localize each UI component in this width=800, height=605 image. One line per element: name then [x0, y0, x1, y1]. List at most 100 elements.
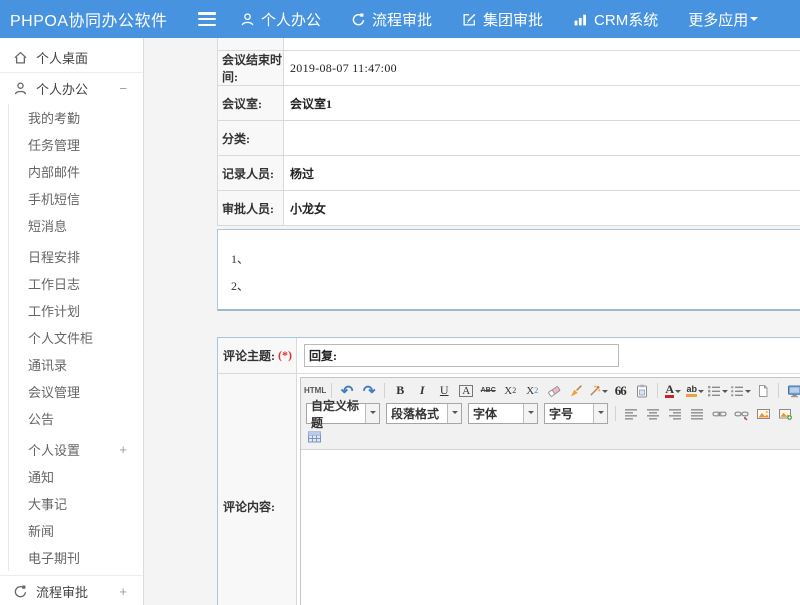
nav-workflow-approval[interactable]: 流程审批: [351, 9, 432, 30]
paragraph-format-select[interactable]: 段落格式: [386, 403, 462, 424]
sidebar-item-personal-office[interactable]: 个人办公 −: [0, 73, 143, 104]
highlight-color-button[interactable]: ab: [685, 381, 705, 401]
nav-personal-office[interactable]: 个人办公: [240, 9, 321, 30]
subscript-button[interactable]: X2: [522, 381, 542, 401]
remove-link-icon[interactable]: [731, 404, 751, 424]
sidebar-item-e-journal[interactable]: 电子期刊: [9, 544, 143, 571]
sidebar-item-sms[interactable]: 手机短信: [9, 185, 143, 212]
user-icon: [12, 81, 28, 96]
chevron-down-icon: [528, 411, 534, 417]
strikethrough-button[interactable]: ABC: [478, 381, 498, 401]
unordered-list-button[interactable]: [730, 381, 751, 401]
expand-plus-icon[interactable]: +: [119, 442, 127, 457]
table-row-recorder: 记录人员: 杨过: [218, 155, 800, 190]
custom-title-select[interactable]: 自定义标题: [306, 403, 380, 424]
italic-button[interactable]: I: [412, 381, 432, 401]
ordered-list-button[interactable]: [707, 381, 728, 401]
sidebar-item-contacts[interactable]: 通讯录: [9, 351, 143, 378]
eraser-icon[interactable]: [544, 381, 564, 401]
nav-label: 更多应用: [688, 9, 748, 30]
select-arrow: [365, 404, 379, 423]
comment-form-table: 评论主题: (*) 评论内容: HTML: [217, 337, 800, 605]
row-label: 分类:: [218, 121, 284, 155]
minutes-line: 1、: [231, 246, 800, 273]
fullscreen-monitor-icon[interactable]: [784, 381, 800, 401]
align-right-icon[interactable]: [665, 404, 685, 424]
sidebar-item-personal-desktop[interactable]: 个人桌面: [0, 42, 143, 73]
sidebar-item-label: 手机短信: [28, 189, 80, 208]
font-family-select[interactable]: 字体: [468, 403, 538, 424]
insert-image-icon[interactable]: [753, 404, 773, 424]
sidebar-item-label: 短消息: [28, 216, 67, 235]
collapse-minus-icon[interactable]: −: [119, 81, 127, 96]
sidebar-item-label: 流程审批: [36, 582, 88, 601]
insert-table-icon[interactable]: [304, 427, 324, 447]
chevron-down-icon: [745, 390, 751, 396]
editor-content-area[interactable]: [301, 450, 800, 605]
insert-link-icon[interactable]: [709, 404, 729, 424]
paste-clipboard-icon[interactable]: [632, 381, 652, 401]
label-text: 评论主题:: [223, 347, 275, 364]
sidebar-item-work-log[interactable]: 工作日志: [9, 270, 143, 297]
sub-base: X: [526, 385, 534, 397]
align-justify-icon[interactable]: [687, 404, 707, 424]
sidebar-item-announcement[interactable]: 公告: [9, 405, 143, 432]
sidebar-item-my-attendance[interactable]: 我的考勤: [9, 104, 143, 131]
chevron-down-icon: [722, 390, 728, 396]
select-arrow: [593, 404, 607, 423]
sidebar-item-task-management[interactable]: 任务管理: [9, 131, 143, 158]
sidebar-item-label: 我的考勤: [28, 108, 80, 127]
sidebar-item-personal-settings[interactable]: 个人设置 +: [9, 436, 143, 463]
hamburger-menu-icon[interactable]: [196, 11, 218, 27]
toolbar-separator: [384, 383, 385, 398]
sidebar-item-meeting-management[interactable]: 会议管理: [9, 378, 143, 405]
chevron-down-icon: [750, 17, 758, 25]
select-value: 段落格式: [391, 405, 439, 422]
align-center-icon[interactable]: [643, 404, 663, 424]
font-size-select[interactable]: 字号: [544, 403, 608, 424]
nav-group-approval[interactable]: 集团审批: [462, 9, 543, 30]
sup-exp: 2: [512, 386, 516, 395]
font-name-button[interactable]: A: [456, 381, 476, 401]
sidebar-item-milestones[interactable]: 大事记: [9, 490, 143, 517]
sidebar-item-label: 内部邮件: [28, 162, 80, 181]
quick-format-wand-icon[interactable]: [588, 381, 608, 401]
sidebar-item-file-cabinet[interactable]: 个人文件柜: [9, 324, 143, 351]
new-page-icon[interactable]: [753, 381, 773, 401]
sidebar-item-label: 公告: [28, 409, 54, 428]
chevron-down-icon: [675, 390, 681, 396]
hilite-letters: ab: [686, 384, 697, 397]
sidebar-item-schedule[interactable]: 日程安排: [9, 243, 143, 270]
toolbar-row-1: HTML ↶ ↷ B I U A ABC: [303, 379, 800, 402]
underline-button[interactable]: U: [434, 381, 454, 401]
insert-multi-image-icon[interactable]: [775, 404, 795, 424]
sidebar-item-workflow-approval[interactable]: 流程审批 +: [0, 575, 143, 605]
expand-plus-icon[interactable]: +: [119, 584, 127, 599]
superscript-button[interactable]: X2: [500, 381, 520, 401]
format-painter-broom-icon[interactable]: [566, 381, 586, 401]
home-icon: [12, 50, 28, 65]
sidebar: 个人桌面 个人办公 − 我的考勤 任务管理 内部邮件 手机短信 短消息 日程安排…: [0, 38, 144, 605]
comment-content-label: 评论内容:: [218, 374, 297, 605]
select-value: 字体: [473, 405, 497, 422]
sidebar-item-internal-mail[interactable]: 内部邮件: [9, 158, 143, 185]
sidebar-item-work-plan[interactable]: 工作计划: [9, 297, 143, 324]
label-text: 评论内容:: [223, 498, 275, 515]
meeting-minutes-box: 1、 2、: [217, 229, 800, 311]
nav-more-apps[interactable]: 更多应用: [688, 9, 758, 30]
font-color-button[interactable]: A: [663, 381, 683, 401]
bold-button[interactable]: B: [390, 381, 410, 401]
sidebar-item-news[interactable]: 新闻: [9, 517, 143, 544]
edit-square-icon: [462, 12, 483, 27]
select-value: 字号: [549, 405, 573, 422]
sidebar-item-label: 个人文件柜: [28, 328, 93, 347]
sidebar-item-short-message[interactable]: 短消息: [9, 212, 143, 239]
process-cycle-icon: [351, 12, 372, 27]
top-header: PHPOA协同办公软件 个人办公 流程审批 集团审批 CRM系统: [0, 0, 800, 38]
blockquote-button[interactable]: 66: [610, 381, 630, 401]
sidebar-item-notice[interactable]: 通知: [9, 463, 143, 490]
align-left-icon[interactable]: [621, 404, 641, 424]
comment-subject-input[interactable]: [304, 344, 619, 367]
process-cycle-icon: [12, 584, 28, 599]
nav-crm-system[interactable]: CRM系统: [573, 9, 658, 30]
